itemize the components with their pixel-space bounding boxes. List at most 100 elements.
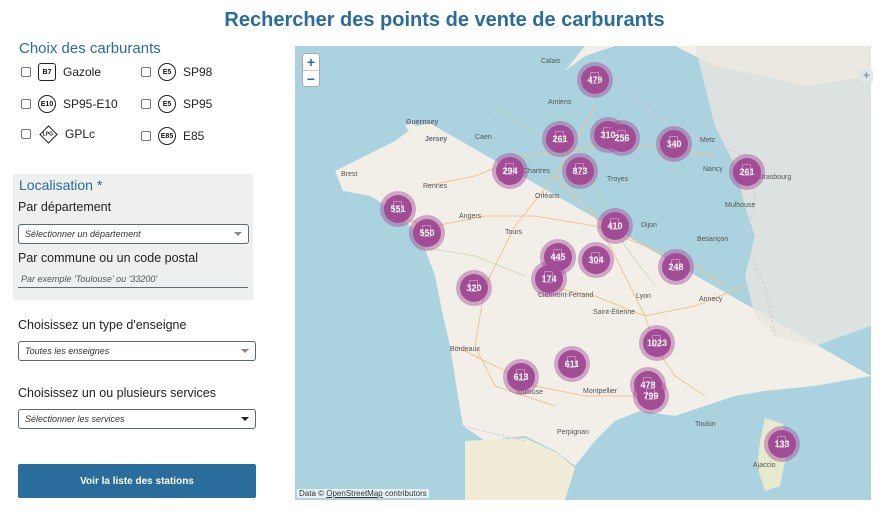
fuel-label-sp95-e10: SP95-E10 — [63, 97, 118, 111]
view-stations-button[interactable]: Voir la liste des stations — [18, 464, 256, 498]
services-select-placeholder: Sélectionner les services — [25, 414, 125, 424]
station-cluster[interactable]: 261 — [729, 154, 765, 190]
fuel-checkbox-sp98[interactable] — [141, 67, 151, 77]
zoom-in-button[interactable]: + — [303, 54, 319, 70]
station-cluster[interactable]: 410 — [597, 208, 633, 244]
attribution-link[interactable]: OpenStreetMap — [326, 489, 382, 498]
station-cluster-core: 551 — [384, 195, 412, 223]
layers-toggle-button[interactable]: + — [860, 70, 873, 82]
city-metz: Metz — [700, 137, 716, 144]
city-annecy: Annecy — [699, 296, 723, 303]
fuel-option-sp95-e10[interactable]: E10 SP95-E10 — [21, 95, 118, 113]
station-cluster[interactable]: 613 — [503, 359, 539, 395]
city-dijon: Dijon — [641, 222, 657, 229]
cluster-count: 261 — [552, 134, 568, 144]
cluster-count: 256 — [614, 133, 630, 143]
department-label: Par département — [18, 200, 112, 214]
fuel-badge-e85: E85 — [158, 127, 176, 145]
city-ajaccio: Ajaccio — [753, 462, 776, 469]
fuel-badge-e5: E5 — [158, 95, 176, 113]
station-cluster-core: 174 — [535, 265, 563, 293]
localisation-title: Localisation * — [19, 177, 103, 193]
city-orleans: Orléans — [535, 193, 560, 200]
station-cluster-core: 613 — [507, 363, 535, 391]
fuel-label-sp95: SP95 — [183, 97, 213, 111]
fuel-badge-lpg-text: LPG — [43, 131, 54, 137]
station-cluster[interactable]: 304 — [578, 242, 614, 278]
station-cluster-core: 248 — [662, 253, 690, 281]
department-select-placeholder: Sélectionner un département — [25, 229, 141, 239]
fuel-badge-e5: E5 — [158, 63, 176, 81]
city-brest: Brest — [341, 171, 358, 178]
station-cluster[interactable]: 551 — [380, 191, 416, 227]
fuel-option-sp95[interactable]: E5 SP95 — [141, 95, 212, 113]
city-caen: Caen — [475, 134, 492, 141]
city-lyon: Lyon — [636, 293, 651, 300]
city-mulhouse: Mulhouse — [725, 202, 756, 209]
station-cluster[interactable]: 320 — [456, 270, 492, 306]
station-cluster[interactable]: 340 — [656, 126, 692, 162]
brand-select[interactable]: Toutes les enseignes — [18, 341, 256, 361]
page-title: Rechercher des points de vente de carbur… — [224, 9, 665, 31]
services-select[interactable]: Sélectionner les services — [18, 409, 256, 429]
stations-map[interactable]: Calais Amiens Caen Metz Nancy Strasbourg… — [295, 46, 871, 500]
fuel-checkbox-sp95-e10[interactable] — [21, 99, 31, 109]
cluster-count: 304 — [588, 255, 604, 265]
fuel-badge-e10: E10 — [38, 95, 56, 113]
fuel-checkbox-gplc[interactable] — [21, 129, 31, 139]
city-montpellier: Montpellier — [583, 388, 618, 395]
cluster-count: 248 — [668, 262, 684, 272]
city-rennes: Rennes — [423, 183, 448, 190]
fuel-label-gplc: GPLc — [65, 127, 96, 141]
island-guernsey: Guernsey — [406, 119, 439, 126]
app-root: Rechercher des points de vente de carbur… — [0, 0, 889, 520]
zoom-out-button[interactable]: − — [303, 70, 319, 87]
cluster-count: 445 — [550, 252, 566, 262]
station-cluster[interactable]: 133 — [764, 426, 800, 462]
station-cluster-core: 550 — [413, 219, 441, 247]
cluster-count: 310 — [600, 130, 616, 140]
zoom-control: + − — [302, 53, 320, 87]
fuel-option-sp98[interactable]: E5 SP98 — [141, 63, 212, 81]
city-input[interactable]: Par exemple 'Toulouse' ou '33200' — [18, 272, 248, 288]
station-cluster-core: 410 — [601, 212, 629, 240]
fuel-option-gazole[interactable]: B7 Gazole — [21, 63, 101, 81]
island-jersey: Jersey — [425, 136, 448, 143]
cluster-count: 550 — [419, 228, 435, 238]
cluster-count: 799 — [643, 391, 659, 401]
cluster-count: 174 — [541, 274, 557, 284]
cluster-count: 479 — [587, 75, 603, 85]
fuel-checkbox-e85[interactable] — [141, 131, 151, 141]
station-cluster[interactable]: 261 — [542, 121, 578, 157]
services-label: Choisissez un ou plusieurs services — [18, 386, 217, 400]
station-cluster[interactable]: 1023 — [639, 325, 675, 361]
station-cluster-core: 340 — [660, 130, 688, 158]
station-cluster-core: 261 — [733, 158, 761, 186]
city-besancon: Besançon — [697, 236, 729, 243]
fuel-checkbox-gazole[interactable] — [21, 67, 31, 77]
station-cluster-core: 261 — [546, 125, 574, 153]
cluster-count: 551 — [390, 204, 406, 214]
station-cluster[interactable]: 294 — [492, 153, 528, 189]
station-cluster[interactable]: 248 — [658, 249, 694, 285]
station-cluster[interactable]: 479 — [577, 62, 613, 98]
cluster-count: 133 — [774, 439, 790, 449]
fuel-label-e85: E85 — [183, 129, 205, 143]
cluster-count: 611 — [564, 359, 580, 369]
cluster-count: 613 — [513, 372, 529, 382]
department-select[interactable]: Sélectionner un département — [18, 224, 249, 244]
station-cluster[interactable]: 873 — [562, 153, 598, 189]
station-cluster[interactable]: 611 — [554, 346, 590, 382]
city-nancy: Nancy — [703, 166, 723, 173]
fuel-option-gplc[interactable]: LPG GPLc — [21, 124, 96, 144]
cluster-count: 340 — [666, 139, 682, 149]
city-perpignan: Perpignan — [557, 429, 589, 436]
map-attribution: Data © OpenStreetMap contributors — [297, 489, 429, 498]
station-cluster[interactable]: 174 — [531, 261, 567, 297]
fuel-checkbox-sp95[interactable] — [141, 99, 151, 109]
city-amiens: Amiens — [548, 99, 572, 106]
cluster-count: 410 — [607, 221, 623, 231]
station-cluster-core: 304 — [582, 246, 610, 274]
fuel-option-e85[interactable]: E85 E85 — [141, 127, 204, 145]
station-cluster[interactable]: 550 — [409, 215, 445, 251]
